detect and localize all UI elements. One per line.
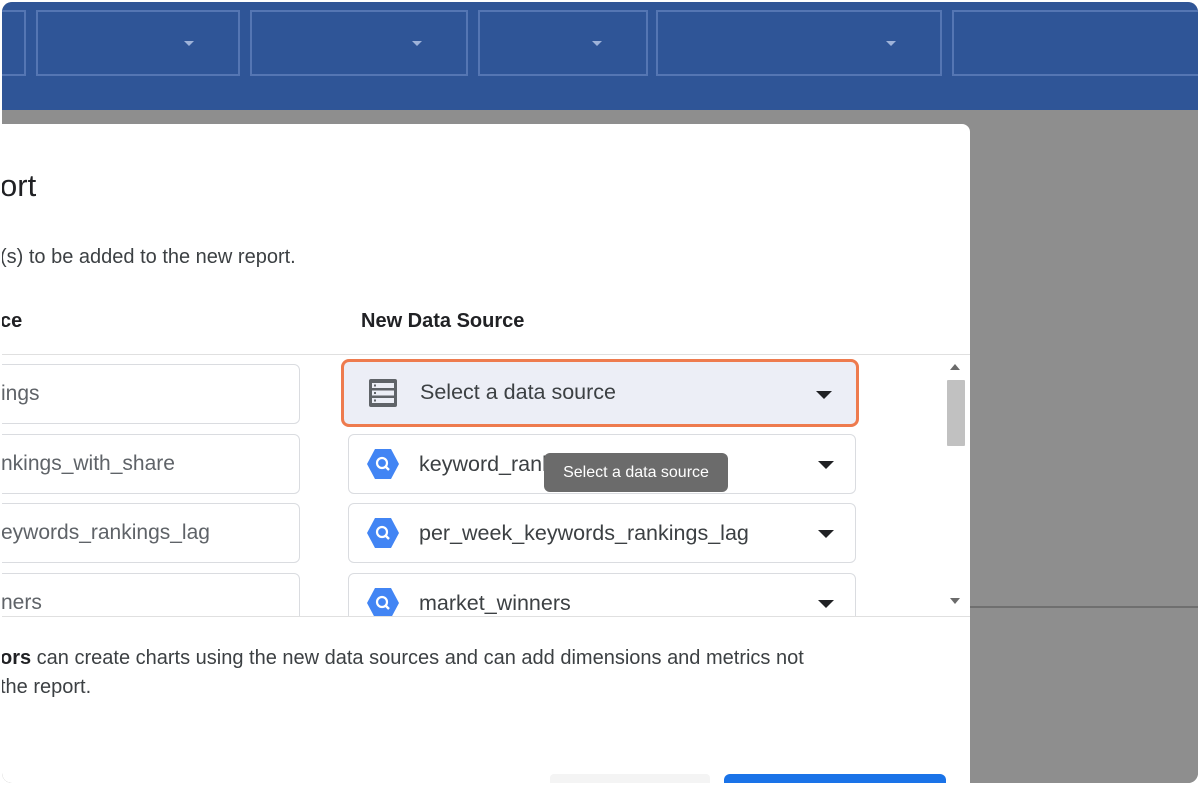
scroll-up-arrow-icon[interactable] bbox=[950, 364, 960, 370]
cancel-button[interactable] bbox=[550, 774, 710, 783]
copy-report-dialog: ort (s) to be added to the new report. c… bbox=[2, 124, 970, 783]
new-source-label: Select a data source bbox=[420, 380, 617, 404]
dropdown-arrow-icon bbox=[818, 461, 834, 469]
data-source-mapping-list: ings Select a data source nkings_with_sh… bbox=[2, 355, 970, 617]
chevron-down-icon bbox=[886, 41, 896, 46]
new-source-select[interactable]: Select a data source bbox=[341, 359, 859, 427]
data-source-list-icon bbox=[369, 379, 397, 407]
filter-control-6[interactable] bbox=[952, 10, 1198, 76]
dialog-subtitle: (s) to be added to the new report. bbox=[2, 246, 296, 268]
scroll-down-arrow-icon[interactable] bbox=[950, 598, 960, 604]
dropdown-arrow-icon bbox=[818, 530, 834, 538]
original-source-name: nkings_with_share bbox=[2, 452, 175, 475]
tooltip: Select a data source bbox=[544, 453, 728, 492]
dialog-footer-note: ors can create charts using the new data… bbox=[2, 644, 960, 702]
new-source-select[interactable]: market_winners bbox=[348, 573, 856, 617]
original-source-column-header: ce bbox=[2, 310, 23, 332]
new-source-label: per_week_keywords_rankings_lag bbox=[419, 521, 749, 545]
scrollbar-thumb[interactable] bbox=[947, 380, 965, 446]
dropdown-arrow-icon bbox=[816, 391, 832, 399]
original-source-field: ings bbox=[2, 364, 300, 424]
chevron-down-icon bbox=[184, 41, 194, 46]
filter-control-5[interactable] bbox=[656, 10, 942, 76]
original-source-field: eywords_rankings_lag bbox=[2, 503, 300, 563]
new-source-select[interactable]: per_week_keywords_rankings_lag bbox=[348, 503, 856, 563]
original-source-name: ners bbox=[2, 591, 42, 614]
filter-control-2[interactable] bbox=[36, 10, 240, 76]
screen: ort (s) to be added to the new report. c… bbox=[2, 2, 1198, 783]
list-bottom-divider bbox=[2, 616, 970, 617]
new-source-column-header: New Data Source bbox=[361, 310, 525, 332]
chevron-down-icon bbox=[592, 41, 602, 46]
dropdown-arrow-icon bbox=[818, 600, 834, 608]
footer-bold-text: ors bbox=[2, 647, 32, 669]
canvas-divider bbox=[968, 606, 1198, 608]
bigquery-icon bbox=[367, 588, 399, 617]
filter-control-1[interactable] bbox=[2, 10, 26, 76]
original-source-field: ners bbox=[2, 573, 300, 617]
report-filter-bar bbox=[2, 2, 1198, 110]
footer-line-2: the report. bbox=[2, 676, 92, 698]
new-source-label: market_winners bbox=[419, 591, 571, 615]
original-source-name: ings bbox=[2, 382, 40, 405]
bigquery-icon bbox=[367, 518, 399, 548]
dialog-title: ort bbox=[2, 168, 37, 203]
bigquery-icon bbox=[367, 449, 399, 479]
original-source-name: eywords_rankings_lag bbox=[2, 521, 210, 544]
copy-report-button[interactable] bbox=[724, 774, 946, 783]
original-source-field: nkings_with_share bbox=[2, 434, 300, 494]
footer-line-1: can create charts using the new data sou… bbox=[31, 647, 804, 669]
filter-control-3[interactable] bbox=[250, 10, 468, 76]
chevron-down-icon bbox=[412, 41, 422, 46]
filter-control-4[interactable] bbox=[478, 10, 648, 76]
